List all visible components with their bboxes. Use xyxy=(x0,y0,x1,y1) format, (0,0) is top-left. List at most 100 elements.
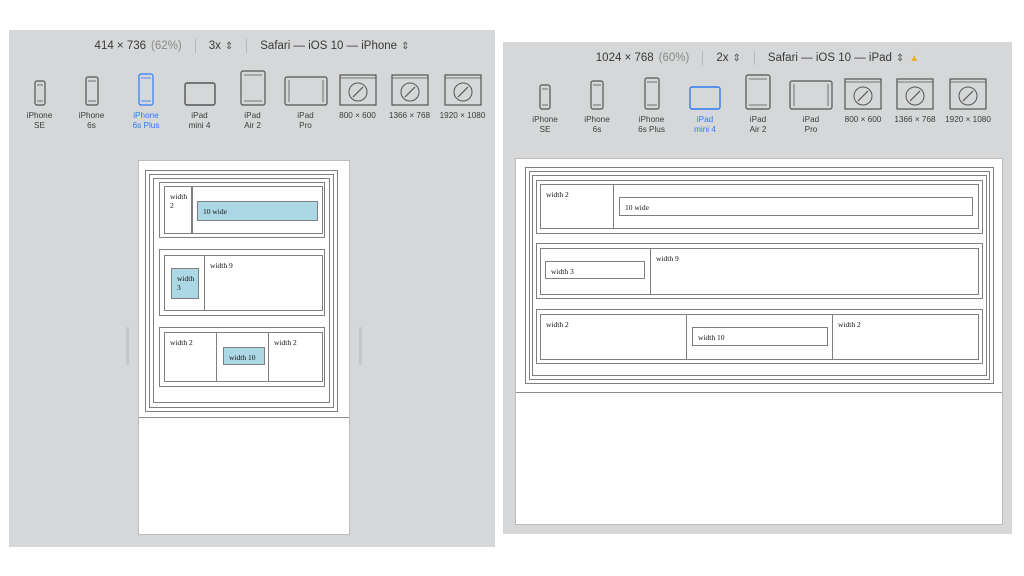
device-label: 1366 × 768 xyxy=(894,115,936,124)
cell-text: width 3 xyxy=(177,274,195,292)
viewport-bottom-line xyxy=(516,392,1002,393)
grid-cell: width 2 xyxy=(540,314,687,360)
device-list: iPhone SE iPhone 6s iPhone 6s Plus iPad min… xyxy=(503,74,1012,135)
device-option[interactable]: 1366 × 768 xyxy=(384,70,436,131)
device-option[interactable]: iPhone SE xyxy=(15,70,65,131)
device-option[interactable]: 800 × 600 xyxy=(332,70,384,131)
phone-large-icon xyxy=(138,70,154,106)
device-label: iPad Air 2 xyxy=(244,111,261,130)
cell-text: width 10 xyxy=(229,353,256,362)
device-label: iPhone 6s Plus xyxy=(132,111,160,130)
device-label: iPad mini 4 xyxy=(188,111,211,130)
chevron-updown-icon: ⇕ xyxy=(401,41,410,52)
device-option[interactable]: 1920 × 1080 xyxy=(436,70,490,131)
device-label: 1366 × 768 xyxy=(388,111,431,120)
device-label: 1920 × 1080 xyxy=(945,115,991,124)
device-option[interactable]: 1920 × 1080 xyxy=(941,74,995,135)
device-option[interactable]: 1366 × 768 xyxy=(889,74,941,135)
device-option[interactable]: iPad Air 2 xyxy=(226,70,280,131)
compass-icon xyxy=(949,74,987,110)
device-option[interactable]: iPhone 6s Plus xyxy=(624,74,679,135)
pixel-ratio-select[interactable]: 3x ⇕ xyxy=(209,40,234,52)
viewport-bottom-line xyxy=(139,417,349,418)
grid-cell-bordered: 10 wide xyxy=(619,197,973,216)
device-option[interactable]: iPad Air 2 xyxy=(731,74,785,135)
cell-text: width 2 xyxy=(170,192,188,210)
device-option[interactable]: iPad Pro xyxy=(785,74,837,135)
viewport-dimensions: 1024 × 768 xyxy=(595,52,654,64)
tablet-landscape-icon xyxy=(689,74,721,110)
cell-text: width 2 xyxy=(170,338,193,347)
device-label: iPhone SE xyxy=(532,115,558,134)
device-label: iPad Pro xyxy=(802,115,820,134)
responsive-mode-panel-iphone: 414 × 736 (62%) 3x ⇕ Safari — iOS 10 — iP… xyxy=(9,30,495,547)
device-label: 800 × 600 xyxy=(339,111,376,120)
toolbar-divider xyxy=(753,51,755,65)
toolbar-divider xyxy=(702,51,704,65)
toolbar: 1024 × 768 (60%) 2x ⇕ Safari — iOS 10 — i… xyxy=(503,42,1012,74)
grid-cell-bordered: width 10 xyxy=(692,327,828,346)
compass-icon xyxy=(338,70,377,106)
device-label: iPhone 6s xyxy=(78,111,105,130)
grid-cell-bordered: width 3 xyxy=(545,261,645,279)
resize-handle-right[interactable] xyxy=(359,327,362,365)
compass-icon xyxy=(896,74,934,110)
cell-text: width 2 xyxy=(546,190,569,199)
tablet-large-icon xyxy=(283,70,328,106)
pixel-ratio-select[interactable]: 2x ⇕ xyxy=(716,52,741,64)
device-label: iPhone SE xyxy=(26,111,53,130)
phone-small-icon xyxy=(33,70,46,106)
compass-icon xyxy=(390,70,429,106)
resize-handle-left[interactable] xyxy=(126,327,129,365)
zoom-percent: (62%) xyxy=(151,40,182,52)
user-agent-value: Safari — iOS 10 — iPad xyxy=(767,52,892,64)
user-agent-select[interactable]: Safari — iOS 10 — iPhone ⇕ xyxy=(260,40,409,52)
grid-cell: width 9 xyxy=(650,248,979,295)
grid-cell-filled: 10 wide xyxy=(197,201,318,221)
grid-cell-filled: width 10 xyxy=(223,347,265,365)
cell-text: width 10 xyxy=(698,333,725,342)
device-option[interactable]: iPad Pro xyxy=(280,70,332,131)
cell-text: 10 wide xyxy=(203,207,227,216)
cell-text: width 2 xyxy=(546,320,569,329)
phone-small-icon xyxy=(539,74,551,110)
tablet-large-icon xyxy=(789,74,833,110)
device-label: iPad Air 2 xyxy=(749,115,767,134)
toolbar-divider xyxy=(194,39,196,53)
device-label: iPad Pro xyxy=(297,111,314,130)
viewport-dimensions: 414 × 736 xyxy=(94,40,147,52)
cell-text: width 2 xyxy=(838,320,861,329)
device-option[interactable]: iPhone 6s xyxy=(570,74,624,135)
device-option[interactable]: iPhone 6s Plus xyxy=(119,70,174,131)
device-option[interactable]: 800 × 600 xyxy=(837,74,889,135)
user-agent-value: Safari — iOS 10 — iPhone xyxy=(260,40,398,52)
device-label: iPhone 6s xyxy=(584,115,610,134)
tablet-icon xyxy=(239,70,266,106)
device-option[interactable]: iPhone 6s xyxy=(65,70,119,131)
grid-cell: width 2 xyxy=(164,186,192,234)
chevron-updown-icon: ⇕ xyxy=(732,53,741,64)
compass-icon xyxy=(443,70,482,106)
device-option[interactable]: iPad mini 4 xyxy=(174,70,226,131)
device-label: iPhone 6s Plus xyxy=(638,115,665,134)
tablet-icon xyxy=(745,74,771,110)
grid-cell: width 2 xyxy=(269,332,323,382)
device-option[interactable]: iPhone SE xyxy=(520,74,570,135)
chevron-updown-icon: ⇕ xyxy=(224,41,234,52)
zoom-percent: (60%) xyxy=(658,52,690,64)
grid-cell: width 2 xyxy=(164,332,217,382)
toolbar-divider xyxy=(246,39,248,53)
toolbar: 414 × 736 (62%) 3x ⇕ Safari — iOS 10 — iP… xyxy=(9,30,495,62)
cell-text: width 2 xyxy=(274,338,297,347)
cell-text: width 3 xyxy=(551,267,574,276)
grid-cell: width 2 xyxy=(540,184,614,229)
device-option[interactable]: iPad mini 4 xyxy=(679,74,731,135)
cell-text: width 9 xyxy=(656,254,679,263)
cell-text: width 9 xyxy=(210,261,233,270)
device-preview: width 2 10 wide width 3 width 9 width 2 … xyxy=(138,160,350,535)
phone-large-icon xyxy=(643,74,660,110)
grid-cell: width 9 xyxy=(204,255,323,311)
tablet-landscape-icon xyxy=(183,70,216,106)
pixel-ratio-value: 3x xyxy=(208,40,221,52)
user-agent-select[interactable]: Safari — iOS 10 — iPad ⇕ ▲ xyxy=(768,52,919,64)
